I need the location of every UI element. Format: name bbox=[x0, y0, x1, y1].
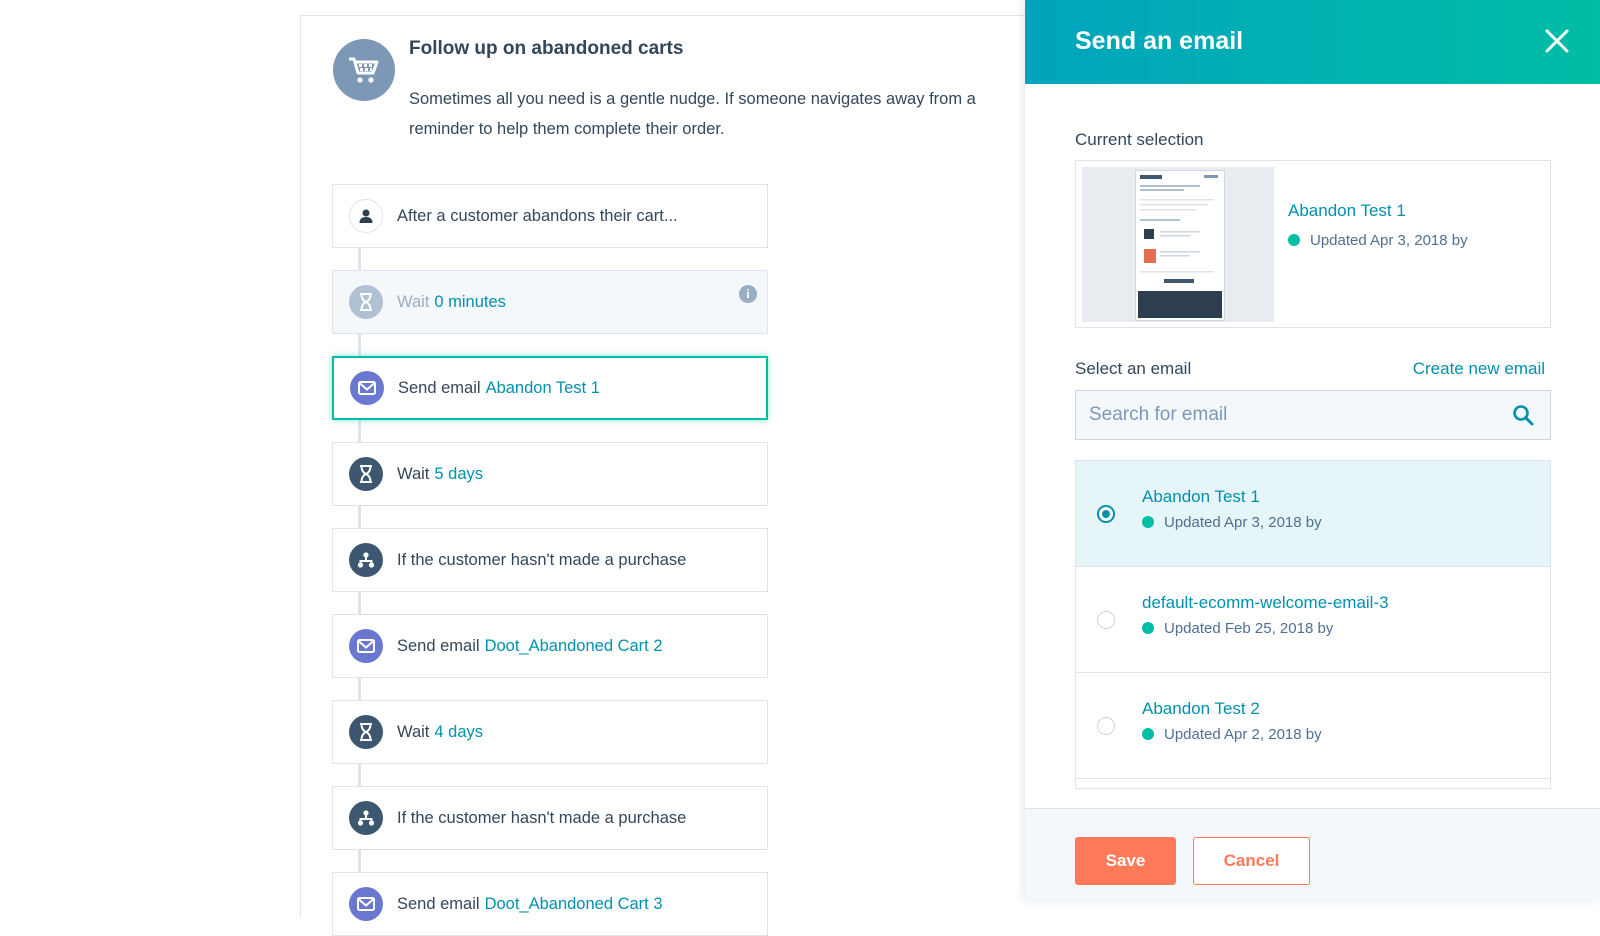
step-text: If the customer hasn't made a purchase bbox=[397, 808, 687, 827]
status-dot bbox=[1142, 728, 1154, 740]
workflow-description: Sometimes all you need is a gentle nudge… bbox=[409, 90, 976, 138]
step-link[interactable]: Doot_Abandoned Cart 3 bbox=[485, 895, 663, 914]
workflow-step-send-email[interactable]: Send email Doot_Abandoned Cart 2 bbox=[332, 614, 768, 678]
envelope-icon bbox=[349, 629, 383, 663]
workflow-step-branch[interactable]: If the customer hasn't made a purchase bbox=[332, 528, 768, 592]
step-link[interactable]: 4 days bbox=[434, 723, 483, 742]
shopping-cart-icon bbox=[333, 39, 395, 101]
step-link[interactable]: 5 days bbox=[434, 465, 483, 484]
email-updated-text: Updated Feb 25, 2018 by bbox=[1164, 620, 1334, 637]
branch-icon bbox=[349, 801, 383, 835]
email-name[interactable]: default-ecomm-welcome-email-3 bbox=[1142, 593, 1389, 613]
person-icon bbox=[349, 199, 383, 233]
select-email-label: Select an email bbox=[1075, 359, 1192, 378]
hourglass-icon bbox=[349, 715, 383, 749]
current-email-updated: Updated Apr 3, 2018 by bbox=[1288, 232, 1468, 249]
envelope-icon bbox=[349, 887, 383, 921]
workflow-step-wait[interactable]: Wait 5 days bbox=[332, 442, 768, 506]
search-input[interactable] bbox=[1076, 391, 1522, 439]
close-icon[interactable] bbox=[1544, 28, 1570, 54]
current-selection-card[interactable]: Abandon Test 1 Updated Apr 3, 2018 by bbox=[1075, 160, 1551, 328]
panel-footer: Save Cancel bbox=[1025, 808, 1600, 901]
workflow-step-trigger[interactable]: After a customer abandons their cart... bbox=[332, 184, 768, 248]
radio-button[interactable] bbox=[1097, 717, 1115, 735]
email-list: Abandon Test 1 Updated Apr 3, 2018 by de… bbox=[1075, 460, 1551, 789]
workflow-step-send-email[interactable]: Send email Abandon Test 1 bbox=[332, 356, 768, 420]
hourglass-icon bbox=[349, 285, 383, 319]
email-name[interactable]: Abandon Test 1 bbox=[1142, 487, 1260, 507]
hourglass-icon bbox=[349, 457, 383, 491]
email-list-item[interactable]: Abandon Test 2 Updated Apr 2, 2018 by bbox=[1076, 673, 1550, 779]
workflow-step-send-email[interactable]: Send email Doot_Abandoned Cart 3 bbox=[332, 872, 768, 936]
step-text: Send email bbox=[397, 894, 480, 913]
save-button[interactable]: Save bbox=[1075, 837, 1176, 885]
step-link[interactable]: Doot_Abandoned Cart 2 bbox=[485, 637, 663, 656]
email-name[interactable]: Abandon Test 2 bbox=[1142, 699, 1260, 719]
step-link[interactable]: Abandon Test 1 bbox=[486, 379, 600, 398]
current-selection-label: Current selection bbox=[1075, 130, 1204, 149]
search-box bbox=[1075, 390, 1551, 440]
email-updated: Updated Apr 2, 2018 by bbox=[1142, 726, 1322, 743]
step-text: After a customer abandons their cart... bbox=[397, 206, 678, 225]
step-text: Wait bbox=[397, 464, 430, 483]
workflow-step-branch[interactable]: If the customer hasn't made a purchase bbox=[332, 786, 768, 850]
workflow-title: Follow up on abandoned carts bbox=[409, 38, 684, 59]
email-updated-text: Updated Apr 2, 2018 by bbox=[1164, 726, 1322, 743]
radio-button[interactable] bbox=[1097, 611, 1115, 629]
panel-header: Send an email bbox=[1025, 0, 1600, 84]
step-text: Send email bbox=[397, 636, 480, 655]
envelope-icon bbox=[350, 371, 384, 405]
current-email-name[interactable]: Abandon Test 1 bbox=[1288, 201, 1406, 221]
email-preview-image bbox=[1135, 170, 1225, 321]
cancel-button[interactable]: Cancel bbox=[1193, 837, 1310, 885]
panel-title: Send an email bbox=[1075, 27, 1244, 55]
status-dot bbox=[1288, 234, 1300, 246]
step-text: If the customer hasn't made a purchase bbox=[397, 550, 687, 569]
email-updated-text: Updated Apr 3, 2018 by bbox=[1164, 514, 1322, 531]
radio-button-selected[interactable] bbox=[1097, 505, 1115, 523]
email-updated: Updated Feb 25, 2018 by bbox=[1142, 620, 1333, 637]
workflow-step-wait[interactable]: Wait 4 days bbox=[332, 700, 768, 764]
step-link[interactable]: 0 minutes bbox=[434, 293, 506, 312]
email-list-item[interactable]: Abandon Test 1 Updated Apr 3, 2018 by bbox=[1076, 461, 1550, 567]
email-thumbnail bbox=[1082, 167, 1274, 322]
send-email-panel: Send an email Current selection Abandon … bbox=[1025, 0, 1600, 901]
current-email-updated-text: Updated Apr 3, 2018 by bbox=[1310, 232, 1468, 249]
email-list-item[interactable]: default-ecomm-welcome-email-3 Updated Fe… bbox=[1076, 567, 1550, 673]
step-text: Send email bbox=[398, 378, 481, 397]
status-dot bbox=[1142, 622, 1154, 634]
email-updated: Updated Apr 3, 2018 by bbox=[1142, 514, 1322, 531]
branch-icon bbox=[349, 543, 383, 577]
step-text: Wait bbox=[397, 292, 430, 311]
info-icon[interactable]: i bbox=[739, 285, 757, 303]
search-icon[interactable] bbox=[1512, 404, 1534, 426]
workflow-step-wait[interactable]: Wait 0 minutes i bbox=[332, 270, 768, 334]
create-new-email-link[interactable]: Create new email bbox=[1413, 359, 1545, 379]
status-dot bbox=[1142, 516, 1154, 528]
step-text: Wait bbox=[397, 722, 430, 741]
